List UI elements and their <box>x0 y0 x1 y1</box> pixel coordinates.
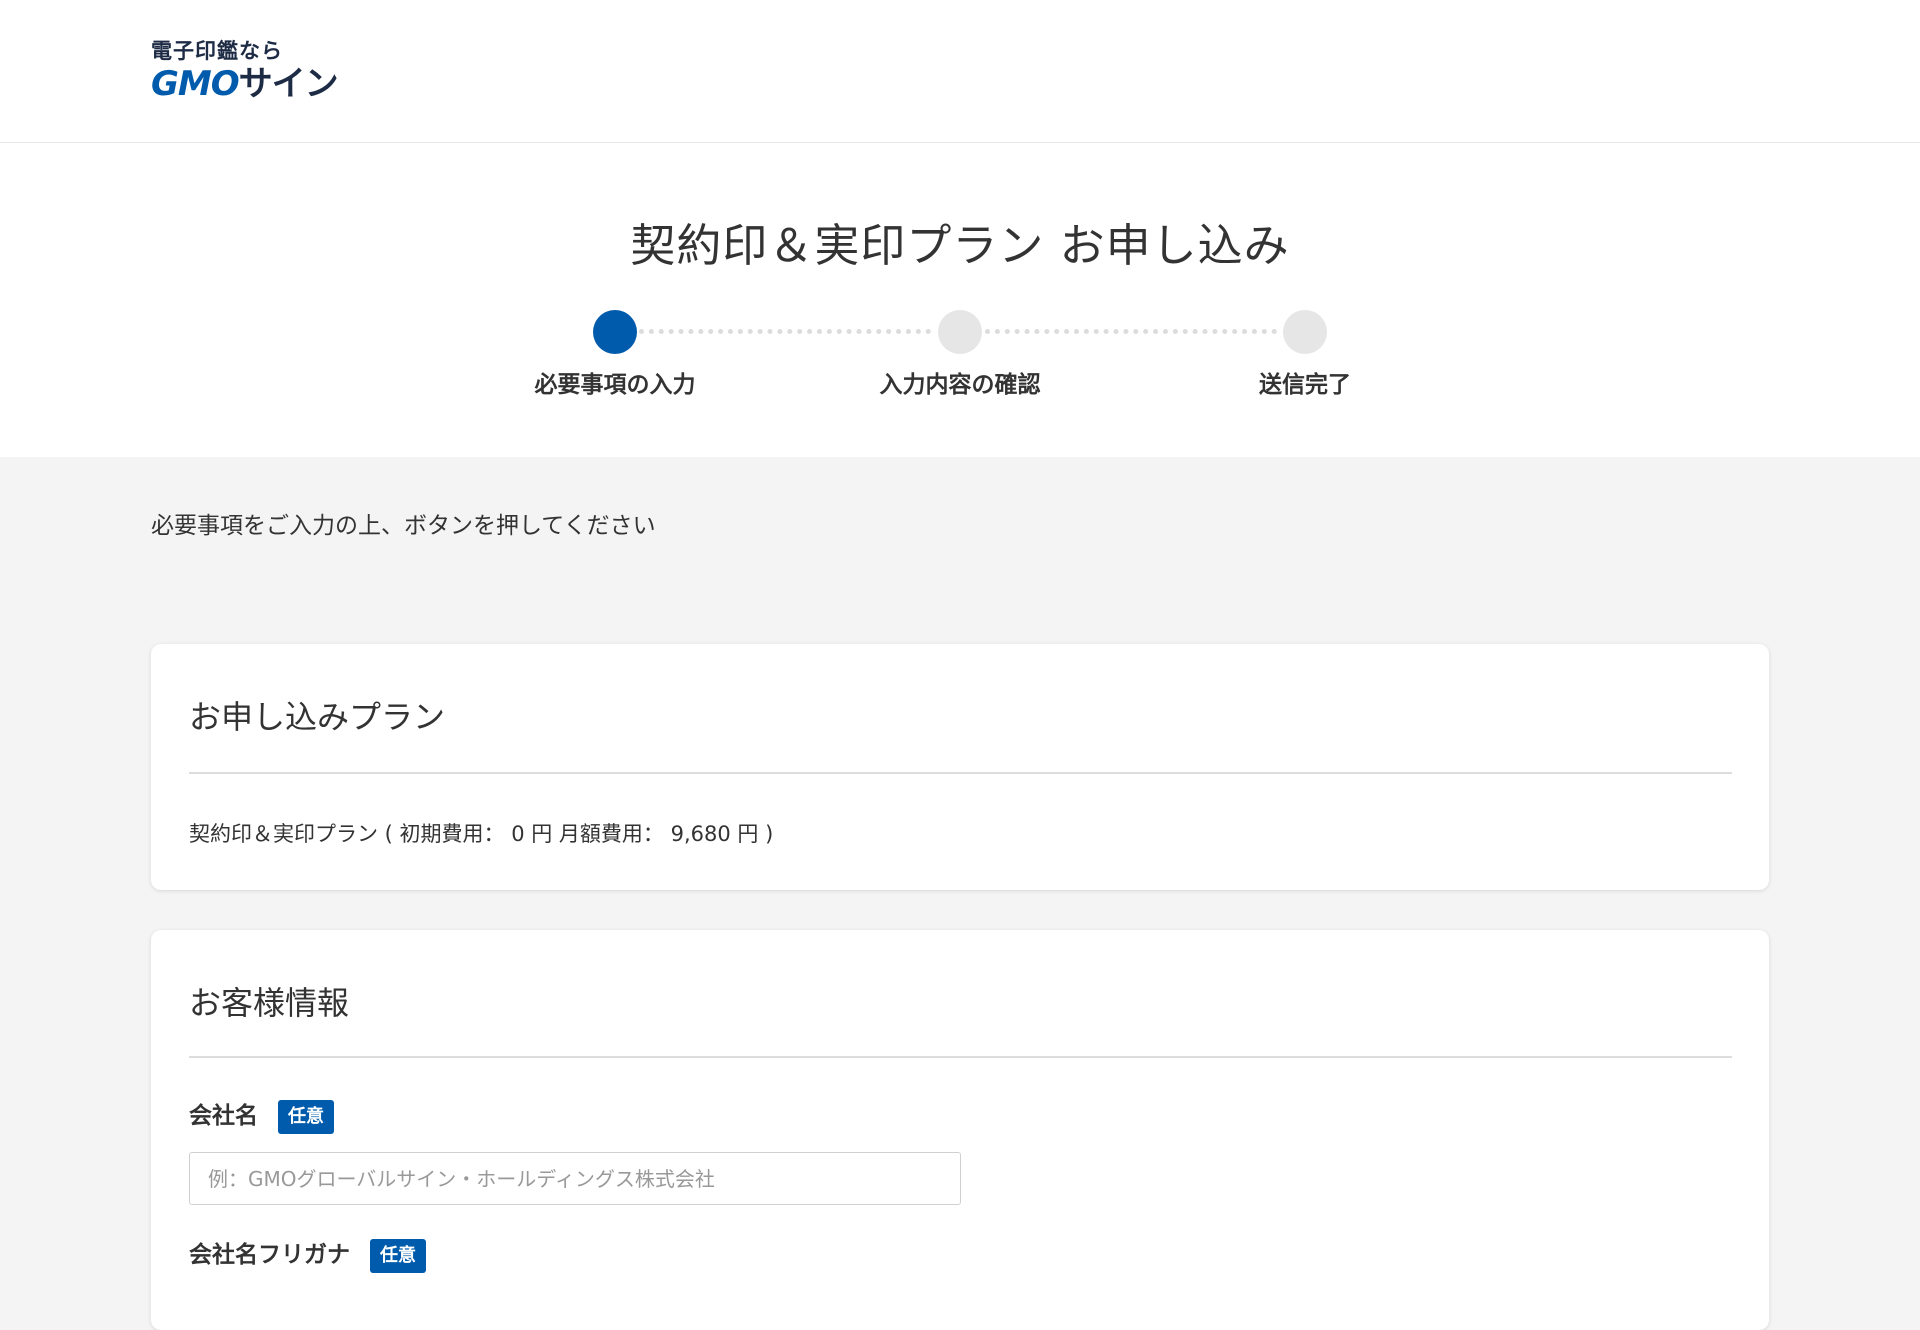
gmo-sign-logo[interactable]: 電子印鑑なら GMOサイン <box>151 38 339 104</box>
optional-badge: 任意 <box>370 1238 426 1273</box>
hero-section: 契約印＆実印プラン お申し込み 必要事項の入力 入力内容の確認 送信完了 <box>0 143 1920 457</box>
step-1-label: 必要事項の入力 <box>534 372 696 398</box>
step-connector-2 <box>985 329 1277 334</box>
step-2-label: 入力内容の確認 <box>879 372 1041 398</box>
progress-steps: 必要事項の入力 入力内容の確認 送信完了 <box>0 143 1920 457</box>
step-3-label: 送信完了 <box>1259 372 1351 398</box>
logo-wordmark: GMOサイン <box>151 64 339 104</box>
plan-card-title: お申し込みプラン <box>189 698 446 736</box>
customer-card-divider <box>189 1056 1732 1058</box>
customer-card-title: お客様情報 <box>189 984 350 1022</box>
customer-info-card: お客様情報 会社名任意 会社名フリガナ任意 <box>151 930 1769 1330</box>
company-name-input[interactable] <box>189 1152 961 1205</box>
logo-tagline: 電子印鑑なら <box>151 39 283 63</box>
site-header: 電子印鑑なら GMOサイン <box>0 0 1920 143</box>
company-name-label: 会社名 任意 <box>189 1096 334 1134</box>
step-3-indicator <box>1283 310 1327 354</box>
plan-card-divider <box>189 772 1732 774</box>
logo-gmo: GMO <box>151 64 240 104</box>
step-connector-1 <box>639 329 931 334</box>
optional-badge: 任意 <box>278 1099 334 1134</box>
company-name-kana-label-text: 会社名フリガナ <box>189 1242 350 1268</box>
step-2-indicator <box>938 310 982 354</box>
plan-card: お申し込みプラン 契約印＆実印プラン ( 初期費用： 0 円 月額費用： 9,6… <box>151 644 1769 890</box>
logo-sign: サイン <box>238 64 339 104</box>
plan-description: 契約印＆実印プラン ( 初期費用： 0 円 月額費用： 9,680 円 ) <box>189 822 774 846</box>
step-1-indicator <box>593 310 637 354</box>
company-name-label-text: 会社名 <box>189 1103 258 1129</box>
instruction-text: 必要事項をご入力の上、ボタンを押してください <box>151 513 656 539</box>
company-name-kana-label: 会社名フリガナ 任意 <box>189 1235 426 1273</box>
